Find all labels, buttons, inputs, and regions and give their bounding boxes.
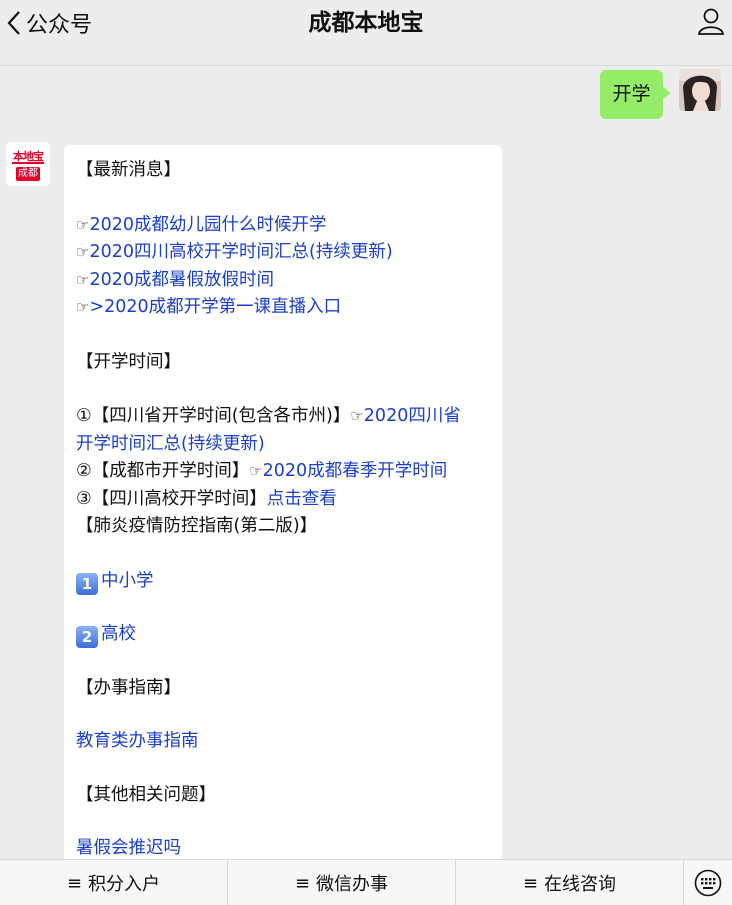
keycap-one-icon: 1 <box>76 572 98 595</box>
link-university[interactable]: 高校 <box>101 624 136 644</box>
logo-divider <box>12 162 44 164</box>
link-vacation-delay[interactable]: 暑假会推迟吗 <box>76 838 181 858</box>
keycap-two-icon: 2 <box>76 626 98 648</box>
official-account-avatar[interactable]: 本地宝 成都 <box>6 142 50 186</box>
list-item: ①【四川省开学时间(包含各市州)】☞2020四川省 <box>76 403 490 431</box>
list-item: ②【成都市开学时间】☞2020成都春季开学时间 <box>76 458 490 486</box>
menu-list-icon: ≡ <box>66 872 83 894</box>
link-summer-vacation[interactable]: 2020成都暑假放假时间 <box>89 270 274 290</box>
back-button[interactable]: 公众号 <box>6 8 92 38</box>
profile-icon[interactable] <box>696 6 726 36</box>
user-avatar-image <box>679 69 721 111</box>
link-primary-secondary[interactable]: 中小学 <box>101 571 154 591</box>
list-item: ☞2020成都幼儿园什么时候开学 <box>76 212 490 240</box>
link-chengdu-spring[interactable]: 2020成都春季开学时间 <box>263 461 448 481</box>
logo-text-bottom: 成都 <box>16 167 40 181</box>
link-university-schedule[interactable]: 2020四川高校开学时间汇总(持续更新) <box>89 242 392 262</box>
list-item: 开学时间汇总(持续更新) <box>76 431 490 459</box>
pointing-hand-icon: ☞ <box>76 215 90 234</box>
pointing-hand-icon: ☞ <box>249 462 263 480</box>
link-sichuan-schedule[interactable]: 2020四川省 <box>364 406 461 426</box>
bot-message-bubble: 【最新消息】 ☞2020成都幼儿园什么时候开学 ☞2020四川高校开学时间汇总(… <box>64 145 502 905</box>
section-heading-other: 【其他相关问题】 <box>76 784 216 805</box>
keyboard-icon <box>694 869 722 896</box>
menu-list-icon: ≡ <box>294 872 311 894</box>
list-item: ☞2020四川高校开学时间汇总(持续更新) <box>76 239 490 267</box>
link-click-view[interactable]: 点击查看 <box>267 489 337 509</box>
link-education-affairs[interactable]: 教育类办事指南 <box>76 731 199 751</box>
list-item: 2 高校 <box>76 621 490 649</box>
list-item: 1 中小学 <box>76 568 490 596</box>
list-item: ③【四川高校开学时间】点击查看 <box>76 486 490 514</box>
chevron-left-icon <box>7 11 20 35</box>
section-heading-affairs: 【办事指南】 <box>76 677 181 698</box>
back-label: 公众号 <box>26 13 93 38</box>
menu-button-wechat-affairs[interactable]: ≡ 微信办事 <box>228 860 456 905</box>
top-navigation-bar: 公众号 成都本地宝 <box>0 0 732 66</box>
menu-list-icon: ≡ <box>522 872 539 894</box>
menu-label: 微信办事 <box>316 874 389 895</box>
item1-label: ①【四川省开学时间(包含各市州)】 <box>76 406 351 426</box>
pointing-hand-icon: ☞ <box>76 243 90 261</box>
bottom-menu-bar: ≡ 积分入户 ≡ 微信办事 ≡ 在线咨询 <box>0 859 732 905</box>
section-heading-latest: 【最新消息】 <box>76 160 181 180</box>
pointing-hand-icon: ☞ <box>350 407 364 425</box>
list-item: ☞>2020成都开学第一课直播入口 <box>76 294 490 322</box>
menu-button-online-consult[interactable]: ≡ 在线咨询 <box>456 860 684 905</box>
section-heading-epidemic: 【肺炎疫情防控指南(第二版)】 <box>76 516 318 536</box>
item3-label: ③【四川高校开学时间】 <box>76 488 267 509</box>
user-message-bubble: 开学 <box>600 70 671 119</box>
list-item: ☞2020成都暑假放假时间 <box>76 267 490 295</box>
menu-button-points-household[interactable]: ≡ 积分入户 <box>0 860 228 905</box>
list-item: 教育类办事指南 <box>76 728 490 756</box>
link-kindergarten[interactable]: 2020成都幼儿园什么时候开学 <box>89 215 326 235</box>
pointing-hand-icon: ☞ <box>76 298 90 316</box>
item2-label: ②【成都市开学时间】 <box>76 461 250 481</box>
menu-label: 积分入户 <box>88 874 161 895</box>
menu-label: 在线咨询 <box>544 874 617 895</box>
pointing-hand-icon: ☞ <box>76 270 90 289</box>
section-heading-time: 【开学时间】 <box>76 351 181 372</box>
keyboard-toggle-button[interactable] <box>684 860 732 905</box>
page-title: 成都本地宝 <box>308 10 424 36</box>
link-sichuan-schedule-cont[interactable]: 开学时间汇总(持续更新) <box>76 434 265 454</box>
user-avatar[interactable] <box>679 69 721 111</box>
link-first-lesson-live[interactable]: >2020成都开学第一课直播入口 <box>89 297 341 317</box>
